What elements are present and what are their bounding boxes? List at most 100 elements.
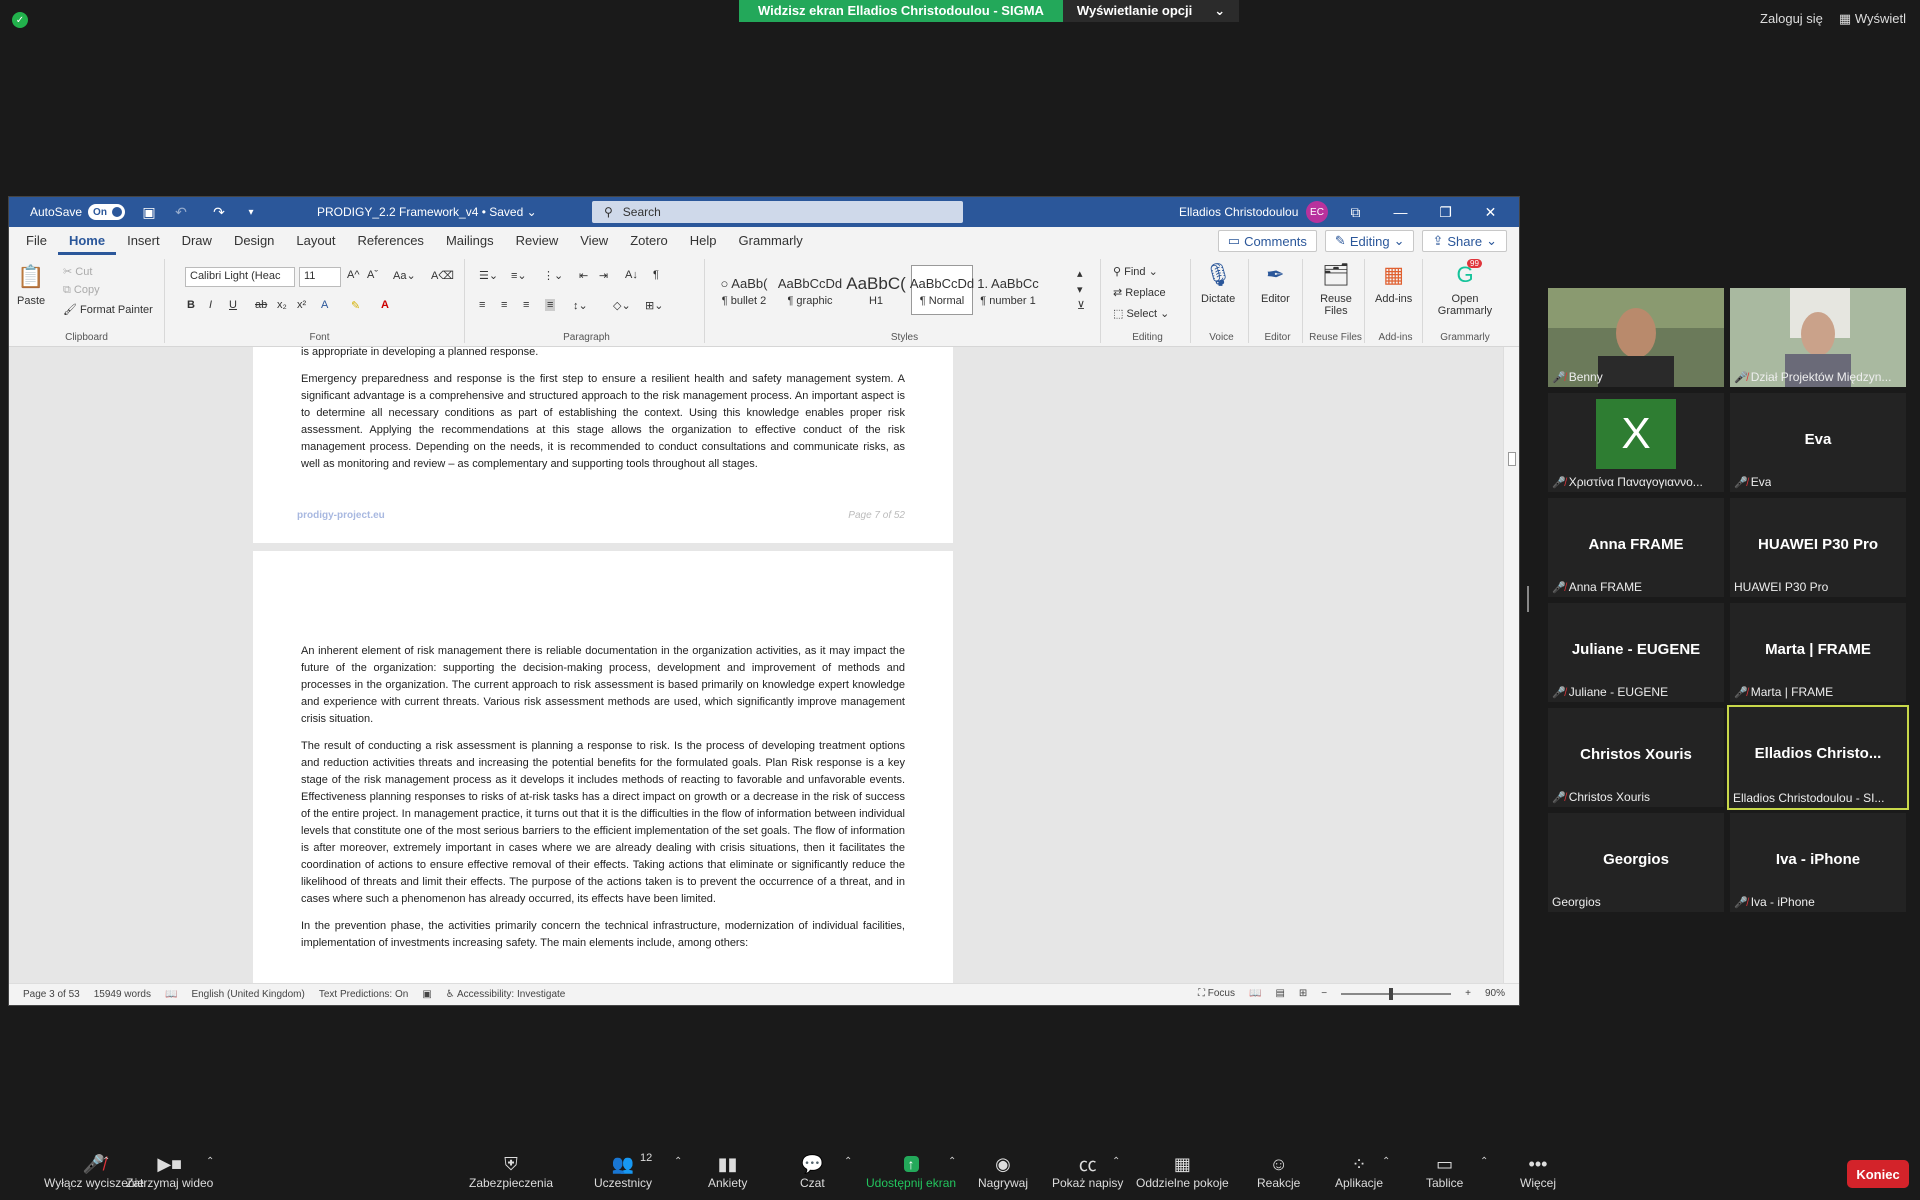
paragraph[interactable]: An inherent element of risk management t… <box>301 643 905 728</box>
document-canvas[interactable]: • taking into account the needs and capa… <box>9 347 1505 983</box>
save-icon[interactable]: ▣ <box>141 204 157 220</box>
participant-tile[interactable]: Marta | FRAME 🎤̸ Marta | FRAME <box>1730 603 1906 702</box>
zoom-slider-knob[interactable] <box>1389 987 1394 1000</box>
record-button[interactable]: ◉ Nagrywaj <box>978 1152 1028 1191</box>
participant-tile[interactable]: X 🎤̸ Χριστίνα Παναγογιαννο... <box>1548 393 1724 492</box>
copy-button[interactable]: ⧉ Copy <box>63 284 100 297</box>
participant-tile[interactable]: Eva 🎤̸ Eva <box>1730 393 1906 492</box>
proofing-icon[interactable]: 📖 <box>165 989 177 1000</box>
redo-icon[interactable]: ↷ <box>211 204 227 220</box>
style-graphic[interactable]: AaBbCcDd ¶ graphic <box>778 265 842 315</box>
share-button[interactable]: ⇪ Share ⌄ <box>1422 230 1507 252</box>
breakout-rooms-button[interactable]: ▦ Oddzielne pokoje <box>1136 1152 1229 1191</box>
shading-icon[interactable]: ◇⌄ <box>613 299 631 312</box>
bullet-item[interactable]: • taking into account the needs and capa… <box>301 347 905 361</box>
whiteboards-chevron-icon[interactable]: ⌃ <box>1480 1156 1488 1167</box>
active-speaker-tile[interactable]: Elladios Christo... Elladios Christodoul… <box>1727 705 1909 810</box>
participant-tile[interactable]: Georgios Georgios <box>1548 813 1724 912</box>
view-button[interactable]: ▦ Wyświetl <box>1839 11 1906 27</box>
security-button[interactable]: ⛨ Zabezpieczenia <box>469 1152 553 1191</box>
bullets-icon[interactable]: ☰⌄ <box>479 269 498 282</box>
font-color-icon[interactable]: A <box>381 299 389 311</box>
multilevel-list-icon[interactable]: ⋮⌄ <box>543 269 563 282</box>
highlight-icon[interactable]: ✎ <box>351 299 360 312</box>
end-meeting-button[interactable]: Koniec <box>1847 1160 1909 1188</box>
chat-button[interactable]: 💬 Czat <box>800 1152 825 1191</box>
view-options-button[interactable]: Wyświetlanie opcji ⌄ <box>1062 0 1240 22</box>
style-normal[interactable]: AaBbCcDd ¶ Normal <box>910 265 974 315</box>
minimize-icon[interactable]: — <box>1378 197 1423 227</box>
text-effects-icon[interactable]: A <box>321 299 328 311</box>
restore-icon[interactable]: ❐ <box>1423 197 1468 227</box>
search-input[interactable]: ⚲ Search <box>592 201 963 223</box>
polls-button[interactable]: ▮▮ Ankiety <box>708 1152 747 1191</box>
account-name[interactable]: Elladios Christodoulou <box>1179 205 1298 219</box>
increase-indent-icon[interactable]: ⇥ <box>599 269 608 282</box>
change-case-button[interactable]: Aa⌄ <box>393 269 416 282</box>
replace-button[interactable]: ⇄ Replace <box>1113 286 1166 299</box>
format-painter-button[interactable]: 🖌 Format Painter <box>63 303 153 316</box>
find-button[interactable]: ⚲ Find ⌄ <box>1113 265 1158 278</box>
undo-icon[interactable]: ↶ <box>173 204 189 220</box>
tab-file[interactable]: File <box>15 227 58 255</box>
tab-view[interactable]: View <box>569 227 619 255</box>
more-button[interactable]: ••• Więcej <box>1520 1152 1556 1191</box>
paragraph[interactable]: The result of conducting a risk assessme… <box>301 738 905 908</box>
scroll-thumb[interactable] <box>1508 452 1516 466</box>
tab-insert[interactable]: Insert <box>116 227 171 255</box>
styles-scroll-down-icon[interactable]: ▾ <box>1077 283 1083 296</box>
tab-design[interactable]: Design <box>223 227 285 255</box>
whiteboards-button[interactable]: ▭ Tablice <box>1426 1152 1463 1191</box>
stop-video-button[interactable]: ▶■ Zatrzymaj wideo <box>126 1152 213 1191</box>
video-options-chevron-icon[interactable]: ⌃ <box>206 1156 214 1167</box>
autosave-toggle[interactable]: On <box>88 204 126 220</box>
paragraph[interactable]: In the prevention phase, the activities … <box>301 918 905 952</box>
editing-mode-button[interactable]: ✎ Editing ⌄ <box>1324 230 1415 252</box>
decrease-indent-icon[interactable]: ⇤ <box>579 269 588 282</box>
read-mode-icon[interactable]: 📖 <box>1249 988 1261 999</box>
editor-button[interactable]: ✒ Editor <box>1261 261 1290 305</box>
paste-button[interactable]: 📋 Paste <box>17 263 45 307</box>
zoom-slider[interactable] <box>1341 987 1452 1000</box>
justify-icon[interactable]: ≡ <box>545 299 556 311</box>
participant-tile[interactable]: Iva - iPhone 🎤̸ Iva - iPhone <box>1730 813 1906 912</box>
text-predictions-status[interactable]: Text Predictions: On <box>319 989 408 1000</box>
participants-chevron-icon[interactable]: ⌃ <box>674 1156 682 1167</box>
security-shield-icon[interactable]: ✓ <box>12 12 28 28</box>
share-screen-button[interactable]: ↑ Udostępnij ekran <box>866 1152 956 1190</box>
reactions-button[interactable]: ☺ Reakcje <box>1257 1152 1300 1191</box>
participant-tile[interactable]: Juliane - EUGENE 🎤̸ Juliane - EUGENE <box>1548 603 1724 702</box>
superscript-button[interactable]: x² <box>297 299 306 311</box>
tab-zotero[interactable]: Zotero <box>619 227 679 255</box>
tab-grammarly[interactable]: Grammarly <box>728 227 814 255</box>
participant-tile[interactable]: Christos Xouris 🎤̸ Christos Xouris <box>1548 708 1724 807</box>
participant-tile[interactable]: Anna FRAME 🎤̸ Anna FRAME <box>1548 498 1724 597</box>
underline-button[interactable]: U <box>229 299 237 311</box>
web-layout-icon[interactable]: ⊞ <box>1299 988 1307 999</box>
track-changes-icon[interactable]: ▣ <box>422 989 431 1000</box>
tab-help[interactable]: Help <box>679 227 728 255</box>
subscript-button[interactable]: x₂ <box>277 299 287 311</box>
style-number-1[interactable]: 1. AaBbCc ¶ number 1 <box>977 265 1039 315</box>
styles-scroll-up-icon[interactable]: ▴ <box>1077 267 1083 280</box>
numbering-icon[interactable]: ≡⌄ <box>511 269 527 282</box>
participant-tile[interactable]: 🎤̸ Benny <box>1548 288 1724 387</box>
zoom-in-icon[interactable]: + <box>1465 988 1471 999</box>
align-right-icon[interactable]: ≡ <box>523 299 529 311</box>
tab-draw[interactable]: Draw <box>171 227 223 255</box>
share-chevron-icon[interactable]: ⌃ <box>948 1156 956 1167</box>
cut-button[interactable]: ✂ Cut <box>63 265 92 278</box>
font-name-select[interactable]: Calibri Light (Heac <box>185 267 295 287</box>
page-count[interactable]: Page 3 of 53 <box>23 989 80 1000</box>
reuse-files-button[interactable]: 🗂 Reuse Files <box>1313 261 1359 317</box>
borders-icon[interactable]: ⊞⌄ <box>645 299 663 312</box>
document-title[interactable]: PRODIGY_2.2 Framework_v4 • Saved ⌄ <box>317 205 537 219</box>
ribbon-display-icon[interactable]: ⧉ <box>1333 197 1378 227</box>
dictate-button[interactable]: 🎙 Dictate <box>1201 261 1235 305</box>
tab-home[interactable]: Home <box>57 227 117 255</box>
avatar[interactable]: EC <box>1306 201 1328 223</box>
print-layout-icon[interactable]: ▤ <box>1275 988 1284 999</box>
open-grammarly-button[interactable]: G Open Grammarly <box>1435 261 1495 317</box>
sort-icon[interactable]: A↓ <box>625 269 638 281</box>
gallery-resize-handle[interactable] <box>1527 586 1529 612</box>
